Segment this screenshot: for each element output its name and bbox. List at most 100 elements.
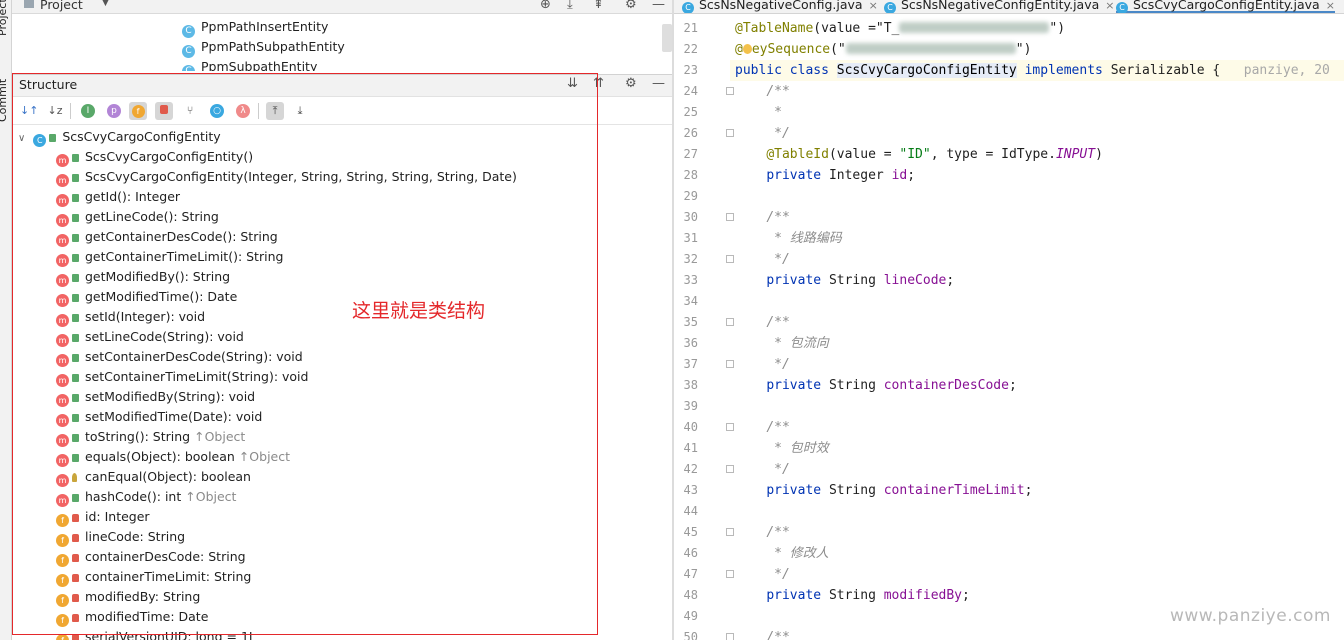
member-label: setLineCode(String): void — [85, 329, 244, 344]
public-icon — [72, 254, 79, 262]
code-editor[interactable]: @TableName(value ="T_ ") @ eySequence(" ") … — [730, 14, 1344, 640]
method-item[interactable]: m getModifiedTime(): Date — [56, 287, 237, 307]
line-number: 37 — [683, 357, 698, 371]
field-item[interactable]: f lineCode: String — [56, 527, 185, 547]
editor-tab[interactable]: C ScsNsNegativeConfig.java × — [682, 0, 878, 13]
field-item[interactable]: f id: Integer — [56, 507, 150, 527]
close-icon[interactable]: × — [1105, 0, 1114, 12]
expand-all-icon[interactable]: ⤓ — [567, 0, 573, 12]
show-properties-icon[interactable]: p — [107, 104, 121, 118]
collapse-all-icon[interactable]: ⇈ — [593, 76, 604, 91]
show-inherited-icon[interactable]: I — [81, 104, 95, 118]
protected-icon — [72, 473, 77, 482]
member-label: setModifiedBy(String): void — [85, 389, 256, 404]
private-lock-icon — [72, 614, 79, 622]
close-icon[interactable]: × — [1326, 0, 1335, 12]
line-number: 41 — [683, 441, 698, 455]
line-number: 24 — [683, 84, 698, 98]
minimize-icon[interactable]: — — [652, 76, 665, 91]
field-icon: f — [56, 514, 69, 527]
collapse-all-icon[interactable]: ⇞ — [593, 0, 604, 12]
method-item[interactable]: m getLineCode(): String — [56, 207, 219, 227]
member-label: containerTimeLimit: String — [85, 569, 252, 584]
member-label: setContainerTimeLimit(String): void — [85, 369, 309, 384]
chevron-down-icon[interactable]: ∨ — [18, 133, 25, 144]
method-item[interactable]: m toString(): String ↑Object — [56, 427, 245, 447]
line-number: 22 — [683, 42, 698, 56]
bulb-icon[interactable] — [742, 44, 752, 54]
method-item[interactable]: m setContainerDesCode(String): void — [56, 347, 303, 367]
show-lambdas-icon[interactable]: ⑂ — [181, 102, 199, 120]
line-number: 34 — [683, 294, 698, 308]
private-lock-icon — [72, 634, 79, 640]
gear-icon[interactable]: ⚙ — [625, 0, 637, 12]
method-item[interactable]: m ScsCvyCargoConfigEntity(Integer, String… — [56, 167, 517, 187]
line-number: 50 — [683, 630, 698, 640]
line-number: 40 — [683, 420, 698, 434]
line-number: 44 — [683, 504, 698, 518]
method-item[interactable]: m setContainerTimeLimit(String): void — [56, 367, 308, 387]
sort-alphabetically-icon[interactable]: ↓z — [46, 102, 64, 120]
class-icon: C — [182, 65, 195, 71]
member-label: equals(Object): boolean — [85, 449, 235, 464]
method-item[interactable]: m setModifiedTime(Date): void — [56, 407, 262, 427]
code-line: @TableName(value ="T_ ") — [735, 21, 1066, 36]
method-item[interactable]: m setLineCode(String): void — [56, 327, 244, 347]
method-item[interactable]: m equals(Object): boolean ↑Object — [56, 447, 290, 467]
class-icon: C — [884, 2, 896, 13]
editor-tab-label: ScsNsNegativeConfig.java — [699, 0, 863, 12]
method-item[interactable]: m getModifiedBy(): String — [56, 267, 230, 287]
public-icon — [72, 194, 79, 202]
lambda-icon[interactable]: λ — [236, 104, 250, 118]
editor-tab[interactable]: C ScsNsNegativeConfigEntity.java × — [884, 0, 1114, 13]
public-icon — [72, 274, 79, 282]
code-line: /** — [766, 315, 790, 330]
code-line: */ — [766, 462, 790, 477]
method-item[interactable]: m getContainerTimeLimit(): String — [56, 247, 283, 267]
field-icon: f — [56, 594, 69, 607]
line-number: 30 — [683, 210, 698, 224]
expand-all-icon[interactable]: ⇊ — [567, 76, 578, 91]
scrollbar[interactable] — [662, 24, 672, 52]
tree-root-class[interactable]: ∨ C ScsCvyCargoConfigEntity — [18, 127, 221, 147]
anonymous-classes-icon[interactable]: ○ — [210, 104, 224, 118]
chevron-down-icon[interactable]: ▼ — [102, 0, 109, 8]
method-icon: m — [56, 374, 69, 387]
sort-by-visibility-icon[interactable]: ↓↑ — [20, 102, 38, 120]
structure-panel-header: Structure ⇊ ⇈ ⚙ — — [12, 75, 672, 97]
project-panel-title[interactable]: Project — [40, 0, 83, 12]
close-icon[interactable]: × — [869, 0, 878, 12]
project-tree-item[interactable]: C PpmSubpathEntity — [182, 57, 317, 71]
field-item[interactable]: f serialVersionUID: long = 1L — [56, 627, 256, 640]
method-icon: m — [56, 394, 69, 407]
method-item[interactable]: m canEqual(Object): boolean — [56, 467, 251, 487]
editor-tab-active[interactable]: C ScsCvyCargoConfigEntity.java × — [1116, 0, 1335, 13]
minimize-icon[interactable]: — — [652, 0, 665, 12]
field-item[interactable]: f containerTimeLimit: String — [56, 567, 251, 587]
project-tree-item[interactable]: C PpmPathSubpathEntity — [182, 37, 345, 58]
method-item[interactable]: m setId(Integer): void — [56, 307, 205, 327]
field-item[interactable]: f containerDesCode: String — [56, 547, 246, 567]
autoscroll-from-source-icon[interactable]: ⤓ — [291, 102, 309, 120]
editor-tab-label: ScsNsNegativeConfigEntity.java — [901, 0, 1100, 12]
gear-icon[interactable]: ⚙ — [625, 76, 637, 91]
method-icon: m — [56, 154, 69, 167]
show-fields-icon[interactable]: f — [129, 102, 147, 120]
code-line: private String containerTimeLimit; — [766, 483, 1033, 498]
field-item[interactable]: f modifiedBy: String — [56, 587, 200, 607]
method-item[interactable]: m ScsCvyCargoConfigEntity() — [56, 147, 253, 167]
method-item[interactable]: m setModifiedBy(String): void — [56, 387, 255, 407]
line-number: 46 — [683, 546, 698, 560]
project-tool-tab-label: Project — [0, 0, 9, 36]
method-item[interactable]: m getContainerDesCode(): String — [56, 227, 278, 247]
locate-icon[interactable]: ⊕ — [540, 0, 551, 12]
member-label: setModifiedTime(Date): void — [85, 409, 263, 424]
method-item[interactable]: m hashCode(): int ↑Object — [56, 487, 236, 507]
field-item[interactable]: f modifiedTime: Date — [56, 607, 208, 627]
autoscroll-to-source-icon[interactable]: ⤒ — [266, 102, 284, 120]
lock-icon[interactable] — [155, 102, 173, 120]
project-tree-item-label: PpmPathInsertEntity — [201, 19, 329, 34]
method-icon: m — [56, 334, 69, 347]
project-tree-item[interactable]: C PpmPathInsertEntity — [182, 17, 329, 38]
method-item[interactable]: m getId(): Integer — [56, 187, 180, 207]
